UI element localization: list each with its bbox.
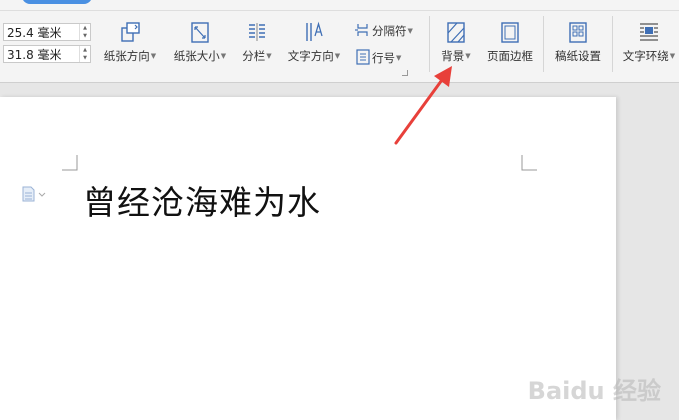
text-wrap-icon	[640, 23, 658, 41]
top-margin-value: 25.4 毫米	[7, 26, 62, 40]
top-margin-input[interactable]: 25.4 毫米 ▲ ▼	[3, 23, 91, 41]
manuscript-icon	[569, 22, 587, 43]
active-tab-indicator[interactable]	[22, 0, 92, 4]
orientation-button[interactable]: 纸张方向▼	[102, 20, 158, 72]
ribbon-toolbar: 25.4 毫米 ▲▼ 31.8 毫米 ▲▼ 纸张方向▼ 纸张大小▼ 分栏▼	[0, 0, 679, 83]
orientation-caret-icon: ▼	[150, 52, 157, 60]
line-numbers-caret-icon: ▼	[396, 54, 402, 62]
text-direction-icon	[306, 21, 323, 41]
background-caret-icon: ▼	[465, 52, 471, 60]
line-numbers-icon	[356, 49, 370, 65]
bottom-margin-spinner[interactable]: ▲ ▼	[79, 46, 90, 62]
columns-icon	[249, 23, 265, 41]
group-separator	[612, 16, 613, 72]
manuscript-settings-button[interactable]: 稿纸设置	[550, 20, 606, 72]
page-setup-launcher-icon[interactable]	[402, 70, 408, 76]
margin-corner-mark-right	[521, 155, 537, 171]
columns-caret-icon: ▼	[266, 52, 272, 60]
tab-divider	[0, 10, 679, 11]
columns-label: 分栏	[242, 49, 266, 63]
line-numbers-button[interactable]: 行号▼	[356, 49, 401, 67]
group-separator	[429, 16, 430, 72]
text-wrap-button[interactable]: 文字环绕▼	[619, 20, 679, 72]
paper-size-icon	[191, 22, 209, 43]
breaks-button[interactable]: 分隔符▼	[354, 22, 413, 40]
text-direction-caret-icon: ▼	[334, 52, 341, 60]
margin-corner-mark-left	[62, 155, 78, 171]
paper-size-label: 纸张大小	[173, 49, 220, 63]
paper-size-button[interactable]: 纸张大小▼	[170, 20, 230, 72]
document-page[interactable]	[0, 97, 616, 420]
watermark-text: Baidu 经验	[527, 377, 661, 405]
orientation-label: 纸张方向	[103, 49, 150, 63]
bottom-margin-input[interactable]: 31.8 毫米 ▲ ▼	[3, 45, 91, 63]
text-wrap-label: 文字环绕	[622, 49, 669, 63]
text-direction-label: 文字方向	[287, 49, 334, 63]
group-separator	[543, 16, 544, 72]
top-margin-spinner[interactable]: ▲ ▼	[79, 24, 90, 40]
page-border-button[interactable]: 页面边框	[482, 20, 538, 72]
background-icon	[447, 22, 465, 43]
breaks-icon	[355, 24, 368, 36]
paper-size-caret-icon: ▼	[220, 52, 227, 60]
text-wrap-caret-icon: ▼	[669, 52, 676, 60]
page-border-icon	[501, 22, 519, 43]
background-button[interactable]: 背景▼	[436, 20, 476, 72]
page-border-label: 页面边框	[487, 49, 533, 63]
text-direction-button[interactable]: 文字方向▼	[283, 20, 345, 72]
columns-button[interactable]: 分栏▼	[238, 20, 276, 72]
breaks-label: 分隔符	[372, 24, 407, 38]
line-numbers-label: 行号	[372, 51, 395, 65]
breaks-caret-icon: ▼	[407, 27, 413, 35]
document-body-text[interactable]: 曾经沧海难为水	[83, 176, 321, 224]
background-label: 背景	[441, 49, 465, 63]
orientation-icon	[121, 22, 140, 42]
manuscript-label: 稿纸设置	[555, 49, 601, 63]
paragraph-layout-icon[interactable]	[22, 186, 48, 202]
bottom-margin-value: 31.8 毫米	[7, 48, 62, 62]
